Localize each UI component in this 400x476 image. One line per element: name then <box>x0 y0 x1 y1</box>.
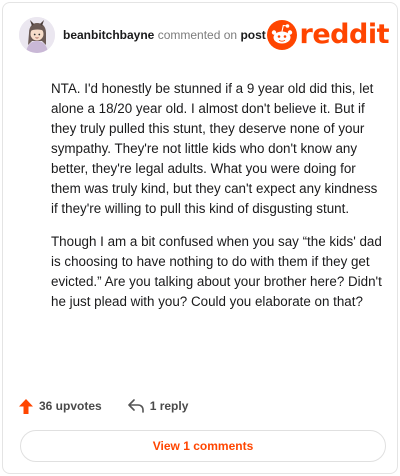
reddit-snoo-icon <box>266 20 297 50</box>
post-link[interactable]: post <box>240 28 265 42</box>
upvote-button[interactable]: 36 upvotes <box>19 398 102 414</box>
upvote-arrow-icon <box>19 398 33 414</box>
reddit-logo[interactable]: reddit <box>266 19 390 51</box>
commented-on-text: commented on <box>157 28 238 42</box>
view-comments-button[interactable]: View 1 comments <box>20 430 386 462</box>
comment-paragraph: NTA. I'd honestly be stunned if a 9 year… <box>51 81 378 216</box>
comment-body: NTA. I'd honestly be stunned if a 9 year… <box>51 79 383 325</box>
comment-card: beanbitchbayne commented on post reddit … <box>2 2 398 474</box>
upvote-count: 36 upvotes <box>39 399 102 413</box>
reddit-wordmark: reddit <box>299 19 390 50</box>
reply-arrow-icon <box>127 399 144 413</box>
reply-count: 1 reply <box>149 399 189 413</box>
byline: beanbitchbayne commented on post <box>63 28 266 42</box>
username-link[interactable]: beanbitchbayne <box>63 28 154 42</box>
comment-paragraph: Though I am a bit confused when you say … <box>51 234 382 309</box>
comment-header: beanbitchbayne commented on post reddit <box>19 17 390 57</box>
reply-button[interactable]: 1 reply <box>127 399 189 413</box>
user-avatar[interactable] <box>19 17 55 53</box>
comment-actions: 36 upvotes 1 reply <box>19 396 214 416</box>
